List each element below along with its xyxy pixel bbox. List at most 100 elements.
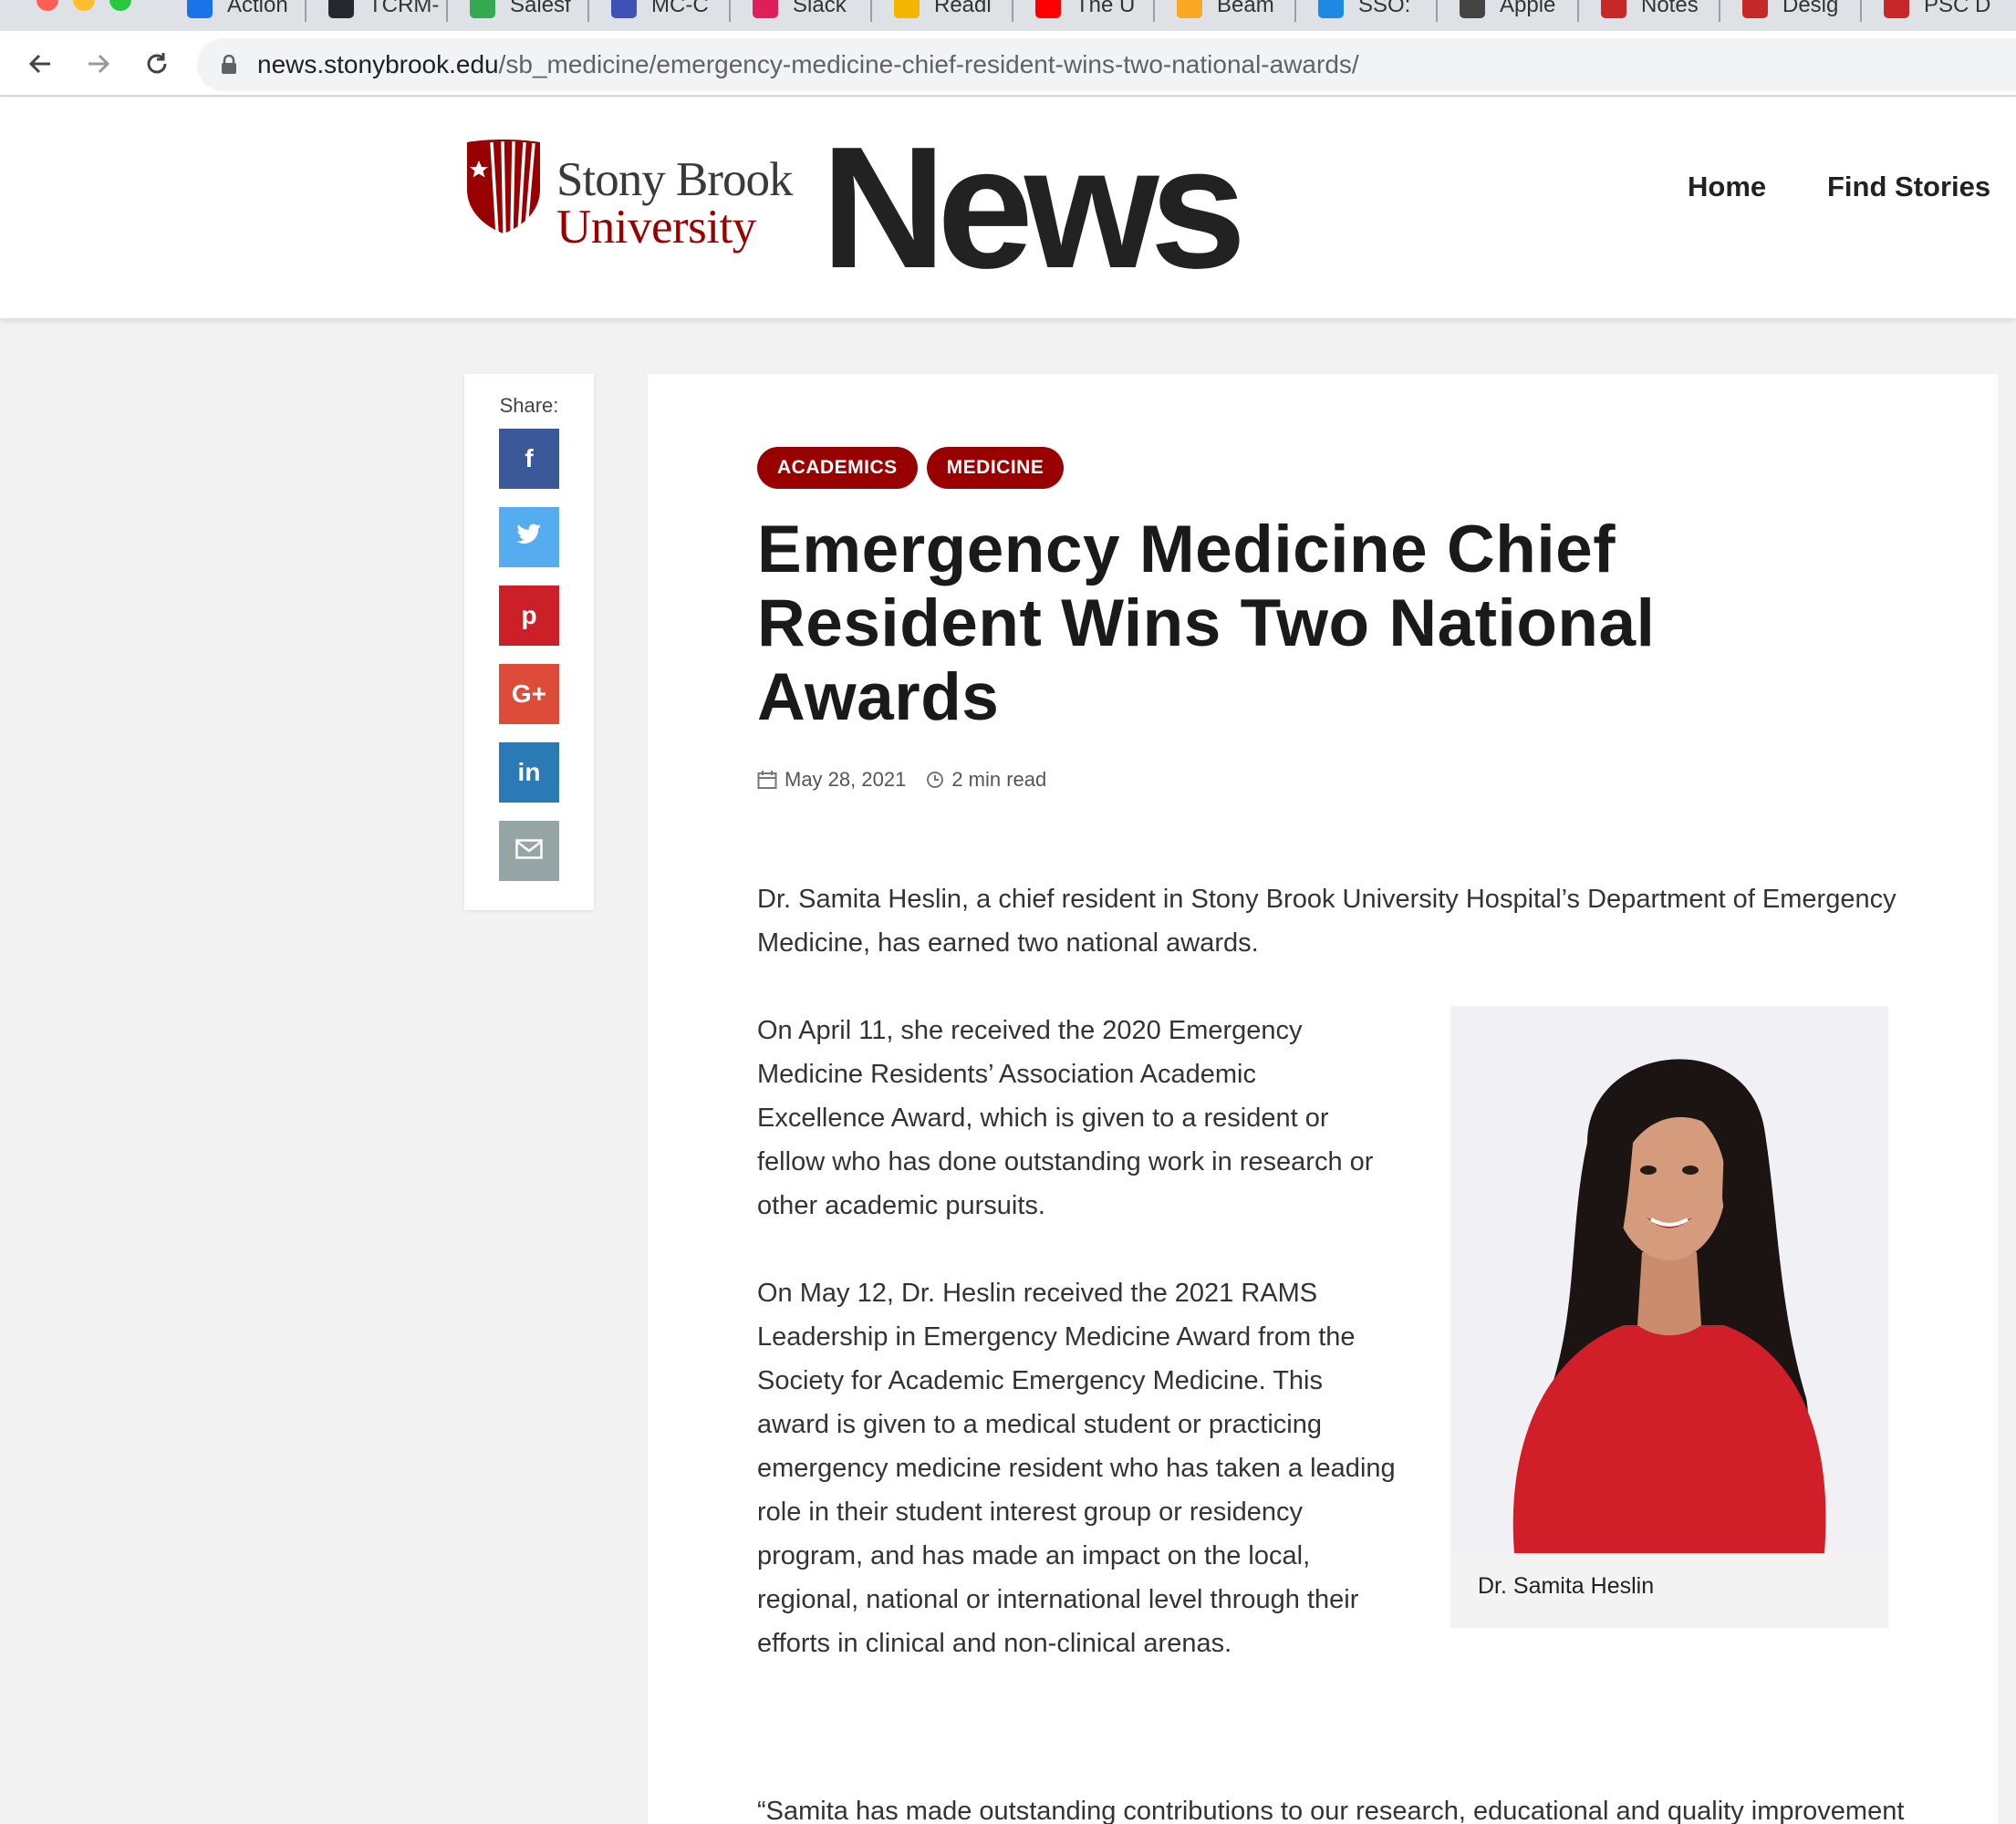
tab-favicon-icon xyxy=(753,0,778,18)
tab-label: Desig xyxy=(1782,0,1839,17)
share-label: Share: xyxy=(499,394,559,417)
article-date: May 28, 2021 xyxy=(785,768,907,791)
twitter-icon xyxy=(516,523,542,552)
browser-tab[interactable]: MC-C xyxy=(611,0,709,24)
category-tag-academics[interactable]: ACADEMICS xyxy=(757,447,918,489)
browser-tab[interactable]: Slack xyxy=(753,0,847,24)
read-time: 2 min read xyxy=(951,768,1047,791)
tab-separator xyxy=(729,0,731,22)
news-brand-title[interactable]: News xyxy=(821,112,1246,304)
article-paragraph: “Samita has made outstanding contributio… xyxy=(757,1797,1905,1824)
browser-tab[interactable]: Salesf xyxy=(470,0,571,24)
tab-label: Slack xyxy=(793,0,847,17)
tab-label: Beam xyxy=(1217,0,1274,17)
browser-tab[interactable]: Notes xyxy=(1601,0,1699,24)
tab-favicon-icon xyxy=(1460,0,1485,18)
tab-favicon-icon xyxy=(1742,0,1768,18)
browser-tab[interactable]: Apple xyxy=(1460,0,1555,24)
article-figure: Dr. Samita Heslin xyxy=(1450,1006,1888,1628)
window-zoom-button[interactable] xyxy=(109,0,131,11)
linkedin-share-button[interactable]: in xyxy=(499,742,559,803)
facebook-icon: f xyxy=(525,444,534,472)
tab-label: MC-C xyxy=(651,0,709,17)
article-title: Emergency Medicine Chief Resident Wins T… xyxy=(757,513,1656,734)
tab-separator xyxy=(587,0,589,22)
browser-tab[interactable]: Desig xyxy=(1742,0,1838,24)
article-card: ACADEMICS MEDICINE Emergency Medicine Ch… xyxy=(648,374,1998,1824)
tab-favicon-icon xyxy=(1318,0,1344,18)
google-plus-icon: G+ xyxy=(511,679,547,708)
tab-separator xyxy=(870,0,872,22)
tab-favicon-icon xyxy=(470,0,495,18)
article-paragraph: On April 11, she received the 2020 Emerg… xyxy=(757,1016,1374,1220)
tab-label: Readi xyxy=(934,0,992,17)
nav-home[interactable]: Home xyxy=(1688,171,1766,203)
url-path: /sb_medicine/emergency-medicine-chief-re… xyxy=(498,50,1359,78)
reload-button[interactable] xyxy=(137,44,177,84)
tab-label: The U xyxy=(1076,0,1136,17)
portrait-photo[interactable] xyxy=(1450,1006,1888,1553)
category-tag-medicine[interactable]: MEDICINE xyxy=(926,447,1065,489)
arrow-left-icon xyxy=(28,54,50,74)
linkedin-icon: in xyxy=(517,758,541,786)
browser-tab-strip: Action TCRM- Salesf MC-C Slack Readi The U Beam… xyxy=(0,0,2016,31)
url-host: news.stonybrook.edu xyxy=(257,50,499,78)
tab-label: Action xyxy=(227,0,288,17)
arrow-right-icon xyxy=(88,54,110,74)
email-icon xyxy=(515,836,543,865)
tab-separator xyxy=(305,0,307,22)
tab-label: SSO: xyxy=(1358,0,1411,17)
google-plus-share-button[interactable]: G+ xyxy=(499,664,559,724)
tab-separator xyxy=(1153,0,1155,22)
browser-tab[interactable]: TCRM- xyxy=(328,0,439,24)
article-paragraph: On May 12, Dr. Heslin received the 2021 … xyxy=(757,1279,1396,1658)
article-paragraph: Dr. Samita Heslin, a chief resident in S… xyxy=(757,885,1896,958)
tab-label: Notes xyxy=(1641,0,1699,17)
tab-favicon-icon xyxy=(611,0,637,18)
article-meta: May 28, 2021 2 min read xyxy=(757,768,1046,792)
browser-tab[interactable]: SSO: xyxy=(1318,0,1410,24)
tab-separator xyxy=(1719,0,1720,22)
twitter-share-button[interactable] xyxy=(499,507,559,567)
window-minimize-button[interactable] xyxy=(73,0,95,11)
url-text: news.stonybrook.edu/sb_medicine/emergenc… xyxy=(257,49,1359,80)
email-share-button[interactable] xyxy=(499,821,559,881)
tab-favicon-icon xyxy=(187,0,213,18)
tab-favicon-icon xyxy=(328,0,354,18)
pinterest-share-button[interactable]: p xyxy=(499,586,559,646)
tab-separator xyxy=(1436,0,1438,22)
browser-tab[interactable]: Beam xyxy=(1177,0,1274,24)
tab-separator xyxy=(1012,0,1013,22)
browser-tab[interactable]: Action xyxy=(187,0,288,24)
browser-tab[interactable]: The U xyxy=(1035,0,1135,24)
university-wordmark[interactable]: Stony Brook University xyxy=(556,153,793,254)
tab-separator xyxy=(1577,0,1579,22)
tab-favicon-icon xyxy=(894,0,920,18)
tab-label: TCRM- xyxy=(369,0,440,17)
clock-icon xyxy=(927,772,944,788)
forward-button[interactable] xyxy=(78,44,119,84)
lock-icon xyxy=(222,55,236,74)
logo-line-1: Stony Brook xyxy=(556,153,793,206)
pinterest-icon: p xyxy=(521,601,537,629)
back-button[interactable] xyxy=(20,44,60,84)
reload-icon xyxy=(147,53,167,74)
facebook-share-button[interactable]: f xyxy=(499,429,559,489)
browser-tab[interactable]: PSC D xyxy=(1884,0,1990,24)
tab-separator xyxy=(1294,0,1296,22)
tab-favicon-icon xyxy=(1884,0,1909,18)
window-close-button[interactable] xyxy=(36,0,58,11)
image-caption: Dr. Samita Heslin xyxy=(1478,1573,1655,1599)
tab-favicon-icon xyxy=(1177,0,1202,18)
browser-tab[interactable]: Readi xyxy=(894,0,992,24)
site-header: Stony Brook University News Home Find St… xyxy=(0,98,2016,318)
tab-favicon-icon xyxy=(1601,0,1626,18)
nav-find-stories[interactable]: Find Stories xyxy=(1827,171,1990,203)
tab-label: PSC D xyxy=(1924,0,1991,17)
category-tags: ACADEMICS MEDICINE xyxy=(757,447,1065,489)
logo-line-2: University xyxy=(556,201,756,254)
address-bar[interactable]: news.stonybrook.edu/sb_medicine/emergenc… xyxy=(197,38,2016,91)
stony-brook-shield-logo[interactable] xyxy=(464,139,543,233)
calendar-icon xyxy=(757,771,777,789)
tab-favicon-icon xyxy=(1035,0,1061,18)
